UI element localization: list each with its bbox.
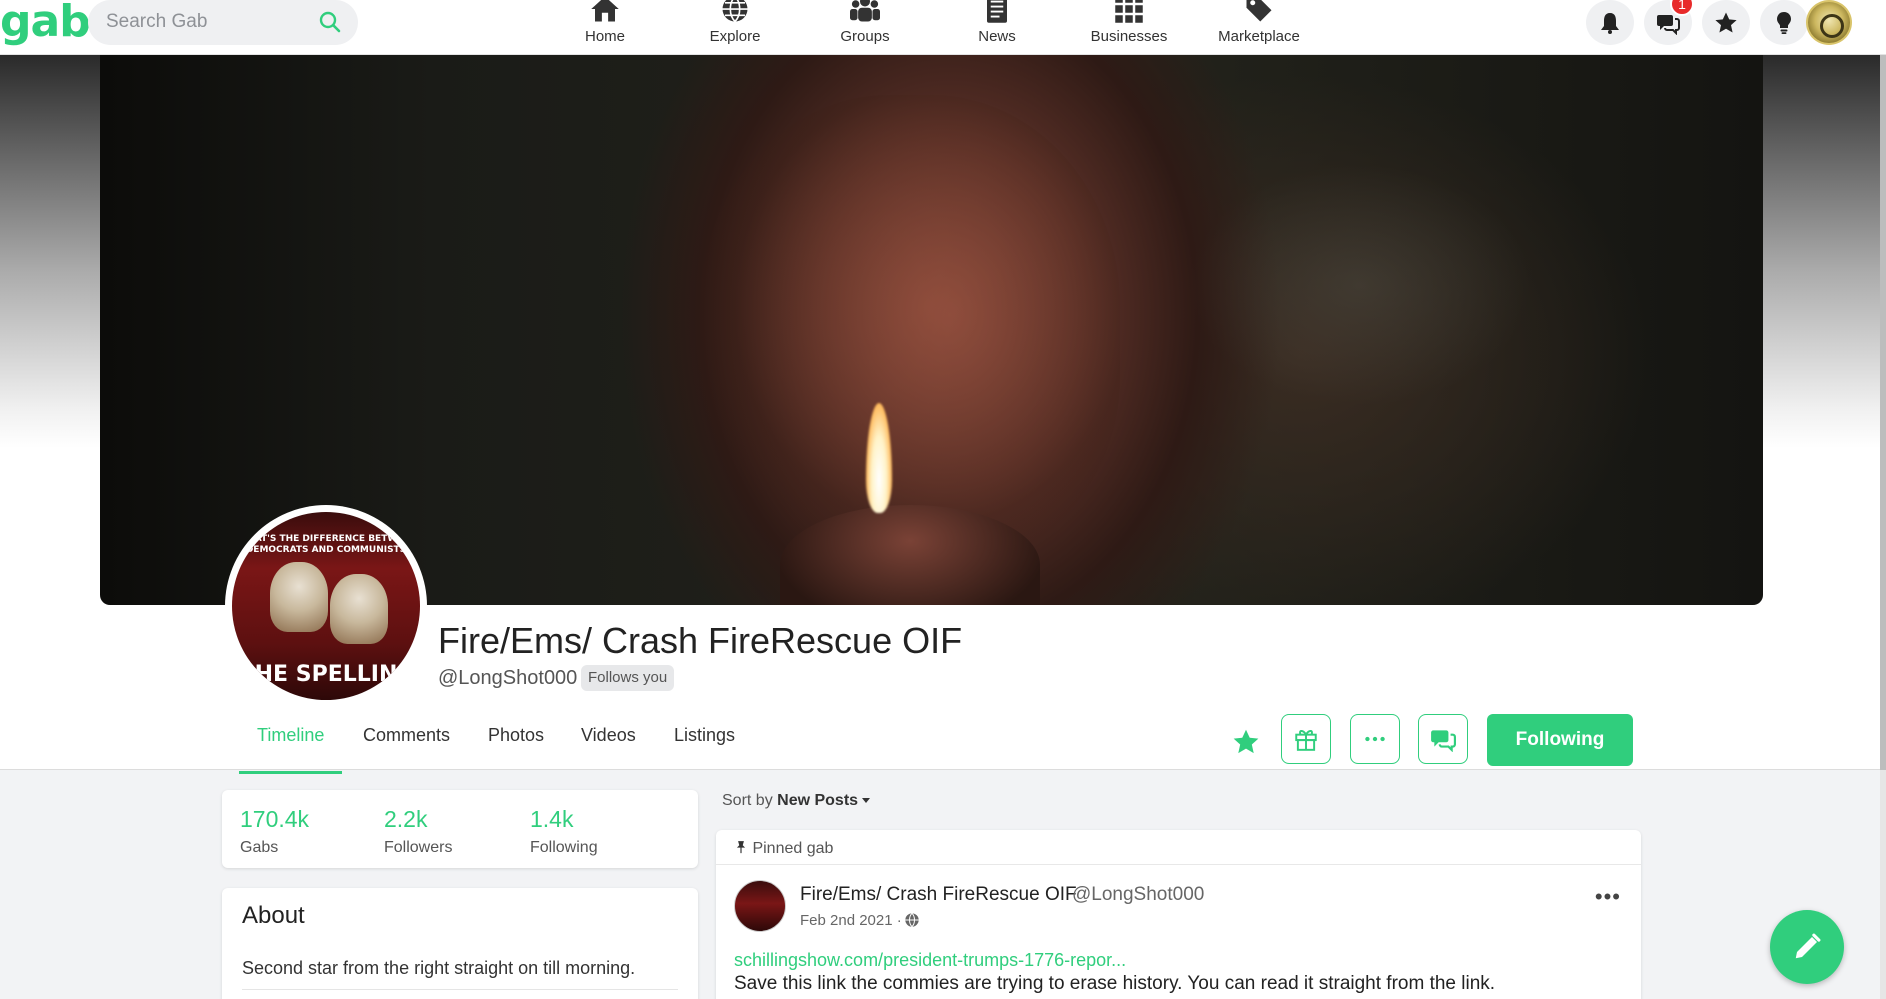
profile-avatar-image: AT'S THE DIFFERENCE BETW DEMOCRATS AND C… — [232, 512, 420, 700]
globe-icon — [722, 0, 748, 23]
profile-handle: @LongShot000 — [438, 667, 578, 689]
grid-icon — [1115, 0, 1143, 23]
nav-home[interactable]: Home — [540, 0, 670, 55]
caret-down-icon — [862, 798, 871, 804]
tips-button[interactable] — [1760, 0, 1808, 45]
profile-stats-card: 170.4k Gabs 2.2k Followers 1.4k Followin… — [222, 790, 698, 868]
stat-followers-value: 2.2k — [384, 806, 428, 832]
pin-icon — [736, 841, 746, 854]
nav-news-label: News — [978, 28, 1016, 45]
tab-listings[interactable]: Listings — [674, 725, 735, 770]
ellipsis-icon — [1365, 736, 1385, 742]
sort-value: New Posts — [777, 792, 859, 809]
groups-icon — [850, 0, 880, 22]
nav-news[interactable]: News — [932, 0, 1062, 55]
home-icon — [591, 0, 619, 22]
follows-you-badge: Follows you — [581, 665, 675, 691]
nav-marketplace-label: Marketplace — [1218, 28, 1300, 45]
about-bio: Second star from the right straight on t… — [242, 958, 636, 978]
nav-businesses[interactable]: Businesses — [1064, 0, 1194, 55]
nav-groups-label: Groups — [840, 28, 890, 45]
post-more-icon[interactable]: ••• — [1595, 884, 1621, 910]
news-icon — [987, 0, 1007, 23]
post-author-avatar[interactable] — [734, 880, 786, 932]
notifications-button[interactable] — [1586, 0, 1634, 45]
post-date[interactable]: Feb 2nd 2021 · — [800, 912, 902, 929]
pinned-label: Pinned gab — [752, 840, 834, 857]
favorite-profile-button[interactable] — [1232, 728, 1260, 756]
sort-prefix: Sort by — [722, 792, 773, 809]
stat-gabs[interactable]: 170.4k Gabs — [240, 806, 309, 857]
nav-explore-label: Explore — [709, 28, 761, 45]
pinned-divider — [716, 864, 1641, 865]
search-input[interactable] — [106, 8, 306, 36]
tab-timeline[interactable]: Timeline — [238, 725, 343, 774]
nav-explore[interactable]: Explore — [670, 0, 800, 55]
globe-icon — [905, 912, 919, 928]
puppet-right — [330, 574, 388, 644]
stat-followers-label: Followers — [384, 839, 453, 856]
star-icon — [1715, 12, 1737, 32]
messages-button[interactable]: 1 — [1644, 0, 1694, 45]
tab-comments[interactable]: Comments — [363, 725, 450, 770]
nav-groups[interactable]: Groups — [800, 0, 930, 55]
tag-icon — [1246, 0, 1272, 22]
account-avatar[interactable] — [1806, 0, 1852, 45]
nav-businesses-label: Businesses — [1090, 28, 1168, 45]
search-icon[interactable] — [318, 10, 342, 34]
chat-button[interactable] — [1418, 714, 1468, 764]
profile-display-name: Fire/Ems/ Crash FireRescue OIF — [438, 620, 963, 661]
nav-home-label: Home — [584, 28, 625, 45]
cover-face — [700, 95, 1120, 565]
more-options-button[interactable] — [1350, 714, 1400, 764]
stat-gabs-label: Gabs — [240, 839, 279, 856]
top-navigation-bar: gab Home Explore Groups News Businesses … — [0, 0, 1886, 55]
pencil-icon — [1795, 933, 1821, 959]
stat-following[interactable]: 1.4k Following — [530, 806, 598, 857]
stat-following-label: Following — [530, 839, 598, 856]
stat-followers[interactable]: 2.2k Followers — [384, 806, 452, 857]
search-box — [88, 0, 358, 45]
sort-control[interactable]: Sort by New Posts — [722, 792, 871, 810]
gift-icon — [1295, 730, 1317, 751]
tab-photos[interactable]: Photos — [488, 725, 544, 770]
following-button[interactable]: Following — [1487, 714, 1633, 766]
favorites-button[interactable] — [1702, 0, 1750, 45]
gab-logo[interactable]: gab — [0, 0, 91, 47]
chat-icon — [1431, 730, 1456, 752]
nav-marketplace[interactable]: Marketplace — [1194, 0, 1324, 55]
post-link[interactable]: schillingshow.com/president-trumps-1776-… — [734, 950, 1126, 971]
compose-button[interactable] — [1770, 910, 1844, 984]
scrollbar-thumb[interactable] — [1880, 0, 1886, 770]
tab-videos[interactable]: Videos — [581, 725, 636, 770]
bell-icon — [1601, 12, 1619, 34]
pinned-header: Pinned gab — [734, 840, 833, 858]
pinned-post: Pinned gab Fire/Ems/ Crash FireRescue OI… — [716, 830, 1641, 999]
stat-following-value: 1.4k — [530, 806, 574, 832]
about-card: About Second star from the right straigh… — [222, 888, 698, 999]
post-text: Save this link the commies are trying to… — [734, 973, 1496, 994]
avatar-caption-top: AT'S THE DIFFERENCE BETW DEMOCRATS AND C… — [245, 534, 407, 555]
gift-button[interactable] — [1281, 714, 1331, 764]
about-divider — [242, 989, 678, 990]
post-author-handle[interactable]: @LongShot000 — [1072, 884, 1204, 906]
puppet-left — [270, 562, 328, 632]
avatar-caption-bottom: HE SPELLIN — [254, 662, 398, 687]
post-author-name[interactable]: Fire/Ems/ Crash FireRescue OIF — [800, 884, 1077, 906]
stat-gabs-value: 170.4k — [240, 806, 310, 832]
page-scrollbar[interactable] — [1880, 0, 1886, 999]
star-icon — [1233, 729, 1259, 754]
about-title: About — [242, 902, 305, 929]
lightbulb-icon — [1777, 11, 1791, 34]
profile-avatar[interactable]: AT'S THE DIFFERENCE BETW DEMOCRATS AND C… — [225, 505, 427, 707]
